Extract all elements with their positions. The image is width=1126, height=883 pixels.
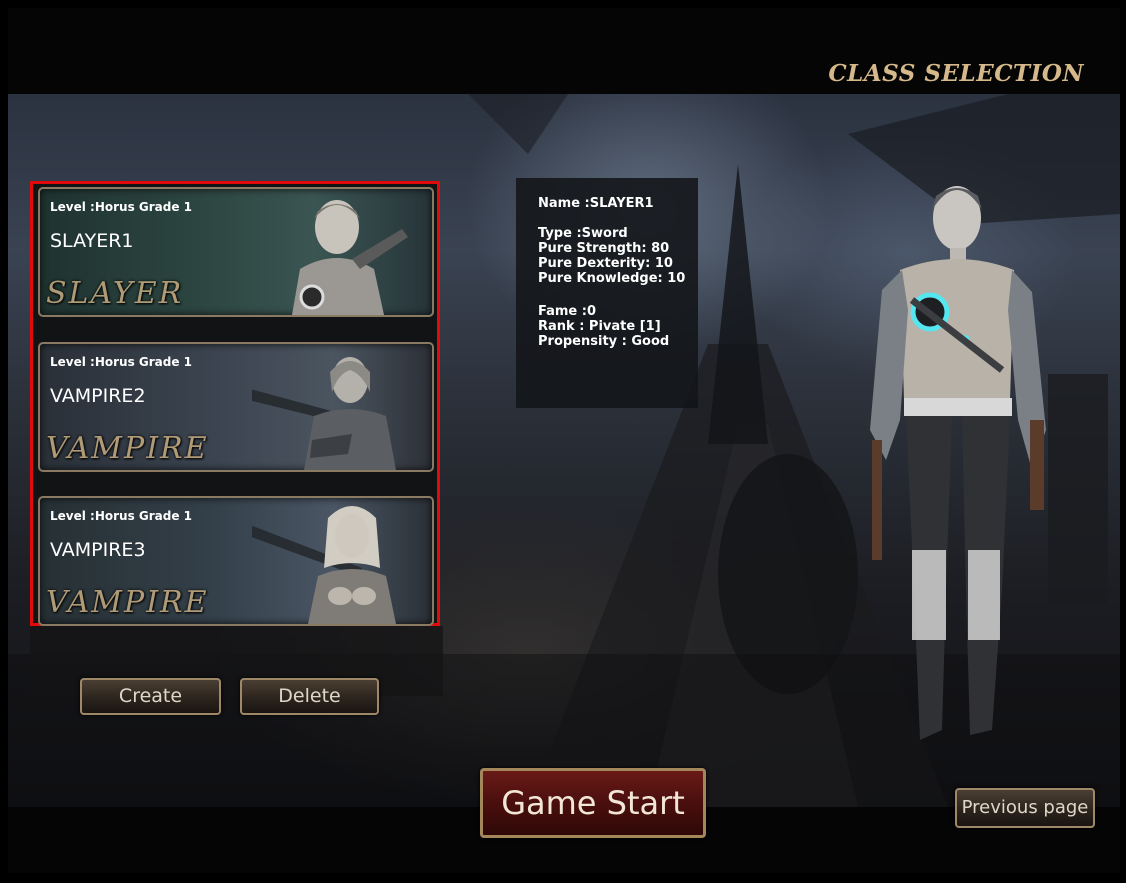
vampire-male-portrait-icon — [252, 357, 396, 470]
create-button[interactable]: Create — [80, 678, 221, 715]
vampire-female-portrait-icon — [252, 506, 396, 624]
character-card-vampire3[interactable]: Level :Horus Grade 1 VAMPIRE3 VAMPIRE — [38, 496, 434, 626]
card-class-art: VAMPIRE — [46, 585, 209, 620]
character-card-vampire2[interactable]: Level :Horus Grade 1 VAMPIRE2 VAMPIRE — [38, 342, 434, 472]
character-list: Level :Horus Grade 1 SLAYER1 SLAYER Leve… — [30, 181, 440, 626]
info-name: Name :SLAYER1 — [538, 196, 654, 211]
card-character-name: VAMPIRE2 — [50, 385, 146, 407]
card-character-name: VAMPIRE3 — [50, 539, 146, 561]
screen-title: CLASS SELECTION — [828, 60, 1084, 87]
info-type: Type :Sword — [538, 226, 628, 241]
info-propensity: Propensity : Good — [538, 334, 670, 349]
delete-button[interactable]: Delete — [240, 678, 379, 715]
card-level: Level :Horus Grade 1 — [50, 355, 193, 369]
header-bar: CLASS SELECTION — [8, 8, 1120, 94]
card-level: Level :Horus Grade 1 — [50, 200, 193, 214]
card-class-art: SLAYER — [46, 276, 184, 311]
card-character-name: SLAYER1 — [50, 230, 134, 252]
slayer-character-model-icon — [870, 186, 1046, 740]
character-card-slayer1[interactable]: Level :Horus Grade 1 SLAYER1 SLAYER — [38, 187, 434, 317]
previous-page-button[interactable]: Previous page — [955, 788, 1095, 828]
info-fame: Fame :0 — [538, 304, 597, 319]
info-rank: Rank : Pivate [1] — [538, 319, 661, 334]
game-start-button[interactable]: Game Start — [480, 768, 706, 838]
info-dexterity: Pure Dexterity: 10 — [538, 256, 673, 271]
character-info-panel: Name :SLAYER1 Type :Sword Pure Strength:… — [516, 178, 698, 408]
class-selection-screen: CLASS SELECTION Level :Horus Grade 1 SLA… — [0, 0, 1126, 883]
info-knowledge: Pure Knowledge: 10 — [538, 271, 686, 286]
slayer-portrait-icon — [292, 200, 408, 315]
card-level: Level :Horus Grade 1 — [50, 509, 193, 523]
info-strength: Pure Strength: 80 — [538, 241, 670, 256]
card-class-art: VAMPIRE — [46, 431, 209, 466]
